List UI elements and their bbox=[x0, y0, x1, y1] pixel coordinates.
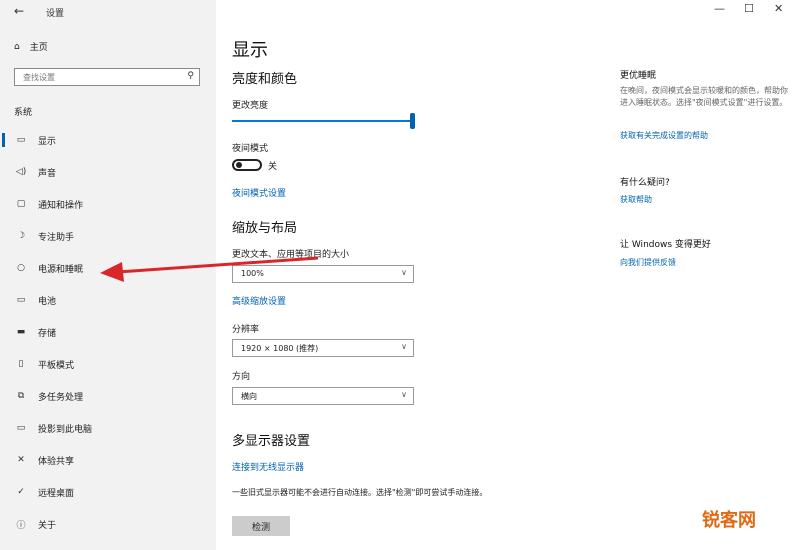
annotation-arrow bbox=[100, 256, 319, 282]
arrow-head bbox=[100, 262, 124, 282]
watermark-logo: 锐客网 bbox=[702, 510, 756, 531]
arrow-line bbox=[117, 256, 319, 274]
settings-window: ← 设置 ⌂ 主页 查找设置 ⚲ 系统 ▭ 显示 ◁) 声音 ▢ 通知和操作 ☽… bbox=[0, 0, 800, 550]
